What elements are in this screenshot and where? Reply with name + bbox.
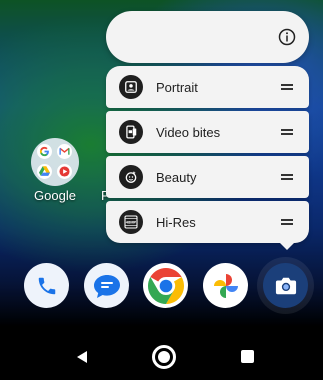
nav-home-button[interactable] — [152, 345, 176, 369]
shortcut-video-bites[interactable]: Video bites — [106, 111, 309, 153]
drive-app-icon — [37, 163, 52, 179]
chrome-app-icon[interactable] — [143, 263, 188, 308]
photos-app-icon[interactable] — [203, 263, 248, 308]
youtube-app-icon — [56, 163, 72, 179]
nav-back-icon[interactable] — [75, 350, 89, 364]
phone-app-icon[interactable] — [24, 263, 69, 308]
folder-label: Google — [34, 188, 76, 203]
shortcut-label: Hi-Res — [156, 214, 196, 230]
google-folder[interactable] — [31, 138, 79, 186]
messages-app-icon[interactable] — [84, 263, 129, 308]
shortcut-label: Beauty — [156, 169, 197, 185]
hi-res-icon: 48MP — [119, 210, 143, 234]
gmail-app-icon — [56, 144, 72, 159]
shortcut-portrait[interactable]: Portrait — [106, 66, 309, 108]
drag-handle-icon[interactable] — [281, 82, 293, 92]
shortcut-label: Video bites — [156, 124, 221, 140]
shortcut-hi-res[interactable]: 48MP Hi-Res — [106, 201, 309, 243]
hi-res-badge: 48MP — [126, 220, 137, 225]
popup-pointer — [279, 242, 295, 250]
google-app-icon — [37, 144, 52, 159]
video-bites-icon — [119, 120, 143, 144]
nav-recents-icon[interactable] — [241, 350, 254, 363]
home-icon — [158, 351, 170, 363]
app-shortcuts-header — [106, 11, 309, 63]
portrait-icon — [119, 75, 143, 99]
beauty-icon — [119, 165, 143, 189]
shortcut-beauty[interactable]: Beauty — [106, 156, 309, 198]
drag-handle-icon[interactable] — [281, 127, 293, 137]
shortcut-label: Portrait — [156, 79, 198, 95]
drag-handle-icon[interactable] — [281, 172, 293, 182]
app-info-icon[interactable] — [278, 28, 296, 46]
camera-app-icon[interactable] — [263, 263, 308, 308]
drag-handle-icon[interactable] — [281, 217, 293, 227]
